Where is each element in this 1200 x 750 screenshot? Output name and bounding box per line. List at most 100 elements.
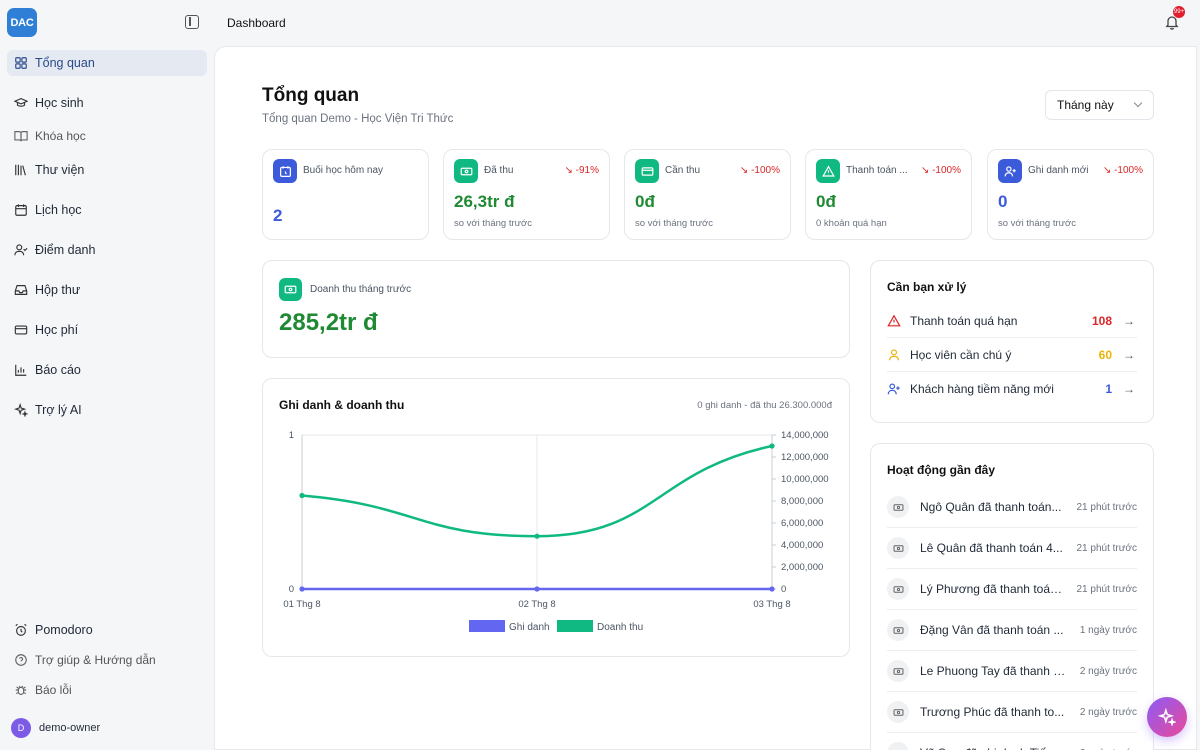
right-tick-label: 4,000,000 [781, 540, 823, 551]
data-point [769, 443, 775, 449]
action-row-leads[interactable]: Khách hàng tiềm năng mới 1 → [887, 372, 1137, 406]
sidebar-item-pomodoro[interactable]: Pomodoro [7, 617, 207, 643]
stat-delta: ↘ -100% [920, 165, 961, 176]
revenue-label: Doanh thu tháng trước [310, 284, 412, 295]
stat-note: 0 khoản quá hạn [816, 218, 887, 229]
sidebar-item-thu-vien[interactable]: Thư viện [7, 157, 207, 183]
activity-time: 2 ngày trước [1079, 665, 1137, 677]
activity-text: Le Phuong Tay đã thanh t... [920, 664, 1066, 678]
action-row-attention[interactable]: Học viên cần chú ý 60 → [887, 338, 1137, 372]
stat-delta: ↘ -100% [1102, 165, 1143, 176]
stat-value: 0đ [816, 192, 836, 211]
sidebar-item-hop-thu[interactable]: Hộp thư [7, 277, 207, 303]
sidebar-item-hoc-phi[interactable]: Học phí [7, 317, 207, 343]
alert-triangle-icon [816, 159, 840, 183]
activity-row[interactable]: Le Phuong Tay đã thanh t... 2 ngày trước [887, 651, 1137, 692]
sidebar-item-tong-quan[interactable]: Tổng quan [7, 50, 207, 76]
stat-card-buoi-hoc[interactable]: Buổi học hôm nay 2 [262, 149, 429, 240]
user-plus-icon [887, 383, 900, 395]
stat-card-ghi-danh[interactable]: Ghi danh mới ↘ -100% 0 so với tháng trướ… [987, 149, 1154, 240]
topbar: Dashboard 99+ [214, 0, 1200, 46]
user-name: demo-owner [39, 722, 101, 734]
sidebar-toggle-icon[interactable] [185, 15, 199, 29]
activity-row[interactable]: Vũ Sơn đã ghi danh Tiến...2 ngày trước [887, 733, 1137, 750]
action-count: 60 [1098, 347, 1112, 362]
action-label: Thanh toán quá hạn [910, 313, 1018, 328]
stat-card-thanh-toan[interactable]: Thanh toán ... ↘ -100% 0đ 0 khoản quá hạ… [805, 149, 972, 240]
data-point [534, 586, 540, 592]
banknote-icon [887, 578, 909, 600]
sidebar: DAC Tổng quan Học sinh Khóa học Thư viện… [0, 0, 214, 750]
sidebar-item-label: Khóa học [35, 129, 86, 143]
sidebar-item-khoa-hoc[interactable]: Khóa học [7, 123, 207, 149]
activity-row[interactable]: Trương Phúc đã thanh to... 2 ngày trước [887, 692, 1137, 733]
help-circle-icon [15, 654, 27, 666]
alert-triangle-icon [887, 314, 901, 326]
sidebar-item-diem-danh[interactable]: Điểm danh [7, 237, 207, 263]
action-needed-card: Cần bạn xử lý Thanh toán quá hạn 108 → H… [870, 260, 1154, 423]
app-logo[interactable]: DAC [7, 8, 37, 37]
stat-value: 26,3tr đ [454, 192, 515, 211]
activity-row[interactable]: Lê Quân đã thanh toán 4... 21 phút trước [887, 528, 1137, 569]
action-count: 1 [1105, 382, 1112, 396]
activity-text: Lê Quân đã thanh toán 4... [920, 541, 1063, 555]
stat-card-da-thu[interactable]: Đã thu ↘ -91% 26,3tr đ so với tháng trướ… [443, 149, 610, 240]
sidebar-item-hoc-sinh[interactable]: Học sinh [7, 90, 207, 116]
action-label: Khách hàng tiềm năng mới [910, 382, 1054, 396]
user-menu[interactable]: D demo-owner [11, 718, 100, 738]
action-row-overdue[interactable]: Thanh toán quá hạn 108 → [887, 304, 1137, 338]
sidebar-item-label: Học phí [35, 323, 79, 337]
action-needed-title: Cần bạn xử lý [887, 280, 967, 294]
stat-note: so với tháng trước [454, 218, 532, 229]
activity-time: 2 ngày trước [1079, 706, 1137, 718]
activity-row[interactable]: Lý Phương đã thanh toán... 21 phút trước [887, 569, 1137, 610]
data-point [769, 586, 775, 592]
recent-activity-card: Hoạt động gần đây Ngô Quân đã thanh toán… [870, 443, 1154, 750]
banknote-icon [887, 619, 909, 641]
left-tick-label: 0 [289, 584, 294, 595]
stat-label: Cần thu [665, 165, 701, 176]
banknote-icon [454, 159, 478, 183]
data-point [534, 533, 540, 539]
right-tick-label: 14,000,000 [781, 430, 829, 441]
action-label: Học viên cần chú ý [910, 347, 1012, 362]
stat-label: Thanh toán ... [846, 165, 908, 176]
sidebar-item-label: Pomodoro [35, 623, 93, 637]
sidebar-item-bug-report[interactable]: Báo lỗi [7, 677, 207, 703]
enrollment-revenue-chart-card: Ghi danh & doanh thu 0 ghi danh - đã thu… [262, 378, 850, 657]
credit-card-icon [14, 325, 28, 335]
avatar: D [11, 718, 31, 738]
stat-label: Ghi danh mới [1028, 165, 1089, 176]
stat-card-can-thu[interactable]: Cần thu ↘ -100% 0đ so với tháng trước [624, 149, 791, 240]
user-check-icon [14, 244, 28, 256]
activity-row[interactable]: Đặng Vân đã thanh toán ... 1 ngày trước [887, 610, 1137, 651]
previous-month-revenue-card: Doanh thu tháng trước 285,2tr đ [262, 260, 850, 358]
credit-card-icon [635, 159, 659, 183]
sidebar-item-bao-cao[interactable]: Báo cáo [7, 357, 207, 383]
period-select[interactable]: Tháng này [1045, 90, 1154, 120]
activity-time: 21 phút trước [1076, 501, 1137, 513]
sidebar-item-lich-hoc[interactable]: Lịch học [7, 197, 207, 223]
sidebar-item-help[interactable]: Trợ giúp & Hướng dẫn [7, 647, 207, 673]
banknote-icon [279, 278, 302, 301]
activity-text: Đặng Vân đã thanh toán ... [920, 623, 1064, 637]
right-tick-label: 12,000,000 [781, 452, 829, 463]
sidebar-item-label: Lịch học [35, 203, 82, 217]
x-tick-label: 03 Thg 8 [753, 599, 790, 610]
line-chart: 0 1 0 2,000,000 4,000,000 6,000,000 8,000,000 1… [283, 430, 829, 633]
bar-chart-icon [15, 364, 27, 376]
stat-value: 0 [998, 192, 1008, 211]
ai-assistant-button[interactable] [1147, 697, 1187, 737]
activity-time: 21 phút trước [1076, 542, 1137, 554]
activity-row[interactable]: Ngô Quân đã thanh toán... 21 phút trước [887, 487, 1137, 528]
arrow-right-icon: → [1123, 347, 1135, 362]
legend-swatch [557, 620, 593, 632]
action-count: 108 [1091, 313, 1112, 328]
stat-delta: ↘ -91% [564, 165, 599, 176]
banknote-icon [887, 742, 909, 750]
stat-delta: ↘ -100% [739, 165, 780, 176]
banknote-icon [887, 660, 909, 682]
stat-note: so với tháng trước [635, 218, 713, 229]
sidebar-item-tro-ly-ai[interactable]: Trợ lý AI [7, 397, 207, 423]
recent-activity-title: Hoạt động gần đây [887, 463, 995, 477]
